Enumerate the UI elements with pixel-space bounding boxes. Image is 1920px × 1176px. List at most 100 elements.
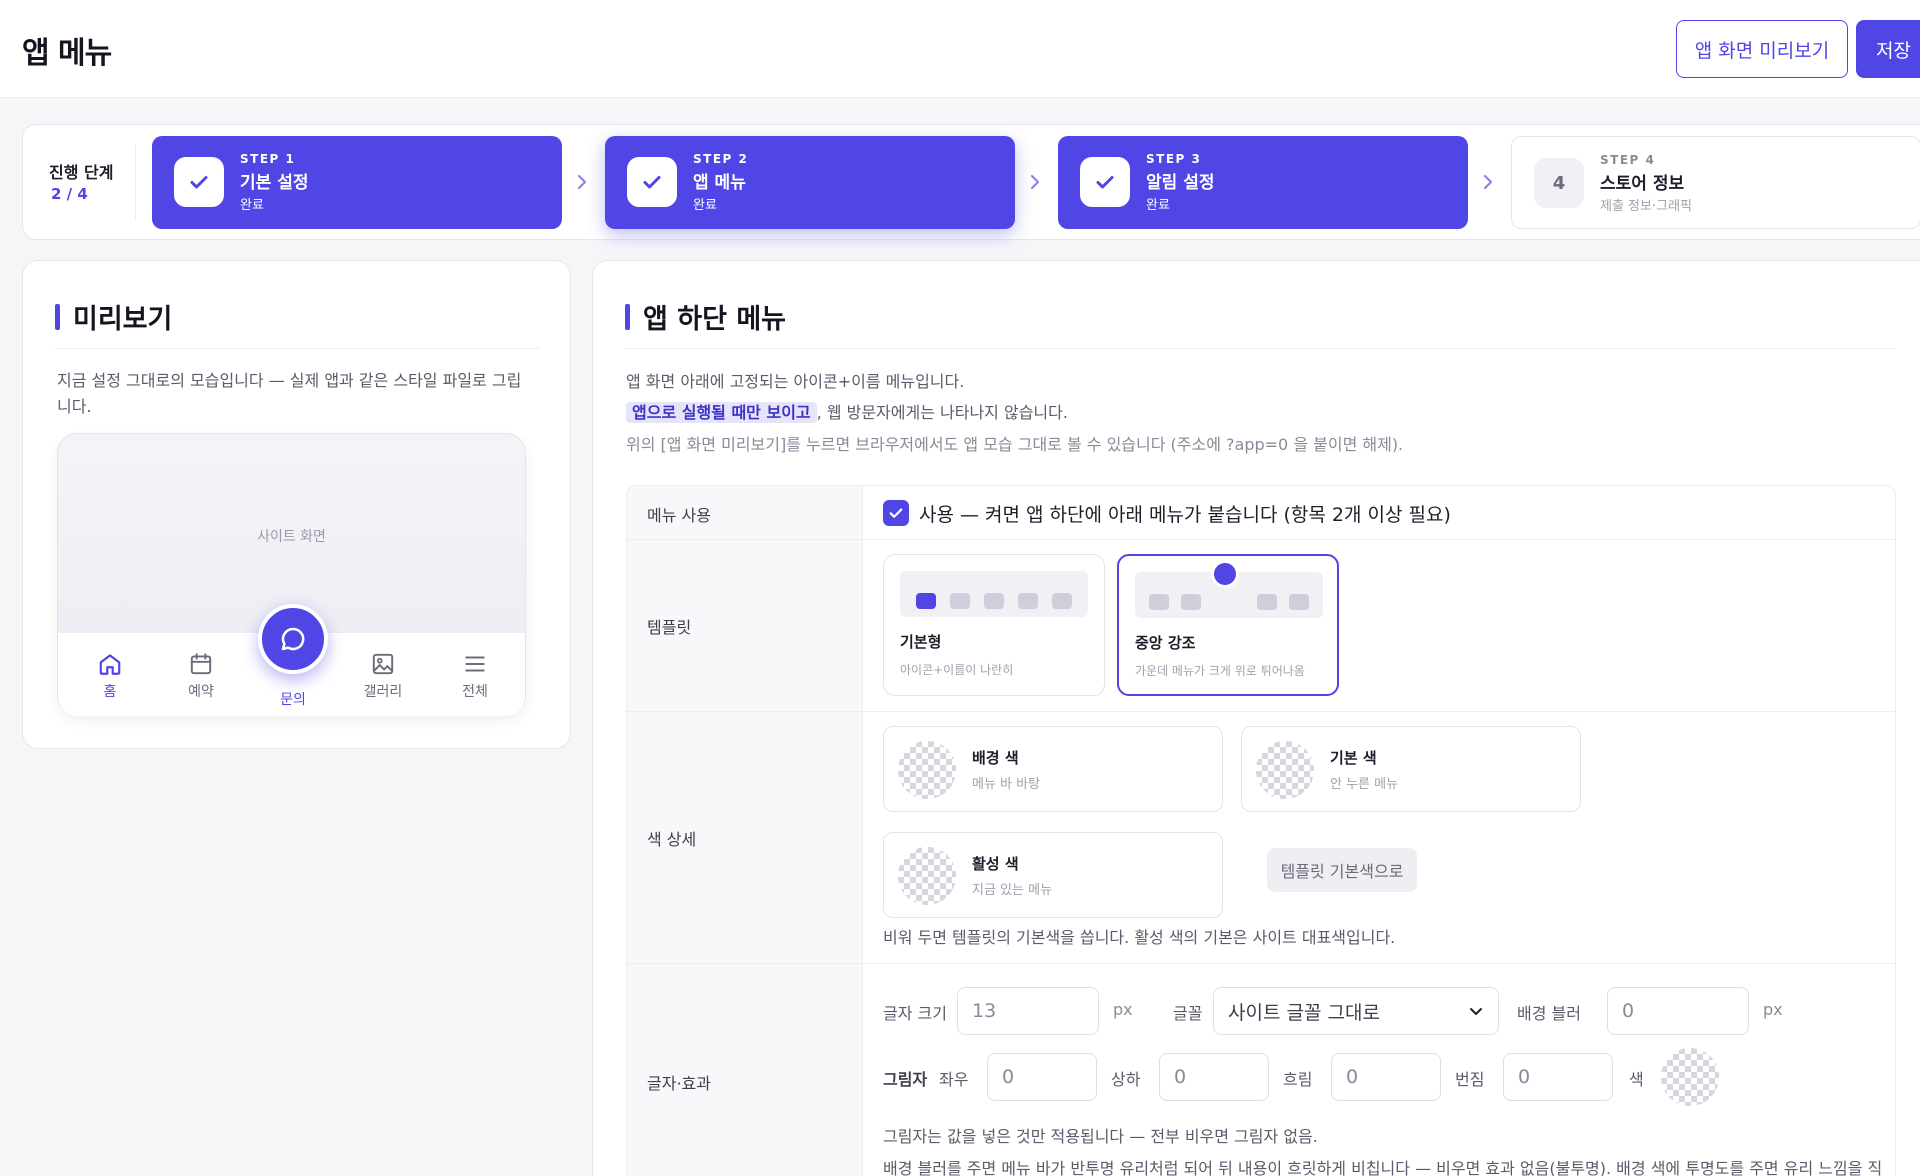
font-family-select[interactable]: 사이트 글꼴 그대로: [1213, 987, 1499, 1035]
row-divider: [627, 711, 1895, 712]
template-desc: 가운데 메뉴가 크게 위로 튀어나옴: [1135, 664, 1305, 678]
nav-item-gallery[interactable]: 갤러리: [348, 651, 418, 701]
step-title: 스토어 정보: [1600, 174, 1685, 194]
check-icon: [889, 508, 903, 518]
divider: [55, 348, 540, 349]
template-center-emphasis[interactable]: 중앙 강조 가운데 메뉴가 크게 위로 튀어나옴: [1117, 554, 1339, 696]
nav-item-reservation[interactable]: 예약: [166, 651, 236, 701]
font-effect-label: 글자·효과: [647, 1074, 711, 1093]
shadow-y-label: 상하: [1111, 1070, 1141, 1089]
menu-description-app-only: 앱으로 실행될 때만 보이고, 웹 방문자에게는 나타나지 않습니다.: [626, 399, 1068, 423]
template-mock: [900, 571, 1088, 617]
menu-use-text: 사용 — 켜면 앱 하단에 아래 메뉴가 붙습니다 (항목 2개 이상 필요): [919, 504, 1451, 526]
shadow-spread-input[interactable]: 0: [1503, 1053, 1613, 1101]
template-desc: 아이콘+이름이 나란히: [900, 663, 1014, 677]
template-basic[interactable]: 기본형 아이콘+이름이 나란히: [883, 554, 1105, 696]
check-icon: [174, 157, 224, 207]
step-2[interactable]: STEP 2 앱 메뉴 완료: [605, 136, 1015, 229]
step-3[interactable]: STEP 3 알림 설정 완료: [1058, 136, 1468, 229]
color-name: 배경 색: [972, 749, 1019, 767]
font-size-label: 글자 크기: [883, 1004, 947, 1023]
background-blur-label: 배경 블러: [1517, 1004, 1581, 1023]
color-name: 기본 색: [1330, 749, 1377, 767]
mock-dot: [1018, 593, 1038, 609]
calendar-icon: [190, 653, 212, 675]
nav-label: 문의: [280, 692, 306, 708]
shadow-color-label: 색: [1629, 1070, 1644, 1089]
font-size-input[interactable]: 13: [957, 987, 1099, 1035]
mock-dot: [1257, 594, 1277, 610]
mock-dot: [916, 593, 936, 609]
color-name: 활성 색: [972, 855, 1019, 873]
default-color-picker[interactable]: 기본 색 안 누른 메뉴: [1241, 726, 1581, 812]
chevron-right-icon: [1025, 167, 1045, 197]
chat-icon: [281, 627, 305, 651]
mock-dot: [984, 593, 1004, 609]
shadow-spread-label: 번짐: [1455, 1070, 1485, 1089]
active-color-picker[interactable]: 활성 색 지금 있는 메뉴: [883, 832, 1223, 918]
page-title: 앱 메뉴: [22, 36, 112, 71]
font-family-label: 글꼴: [1173, 1004, 1203, 1023]
check-icon: [1080, 157, 1130, 207]
template-name: 기본형: [900, 633, 942, 651]
unit-label: px: [1113, 1000, 1133, 1019]
divider: [625, 348, 1895, 349]
nav-label: 전체: [462, 684, 488, 700]
shadow-color-swatch[interactable]: [1661, 1048, 1719, 1106]
color-sub: 메뉴 바 바탕: [972, 777, 1041, 792]
background-blur-input[interactable]: 0: [1607, 987, 1749, 1035]
chevron-right-icon: [1478, 167, 1498, 197]
color-detail-label: 색 상세: [647, 830, 697, 849]
mock-center-bump: [1211, 560, 1239, 588]
description-text: , 웹 방문자에게는 나타나지 않습니다.: [816, 403, 1068, 422]
step-status: 완료: [693, 198, 717, 213]
stepper-label: 진행 단계: [49, 163, 114, 182]
nav-item-all[interactable]: 전체: [440, 651, 510, 701]
shadow-y-input[interactable]: 0: [1159, 1053, 1269, 1101]
preview-card: 미리보기 지금 설정 그대로의 모습입니다 — 실제 앱과 같은 스타일 파일로…: [22, 260, 571, 749]
step-kicker: STEP 1: [240, 152, 296, 166]
shadow-x-input[interactable]: 0: [987, 1053, 1097, 1101]
color-note: 비워 두면 템플릿의 기본색을 씁니다. 활성 색의 기본은 사이트 대표색입니…: [883, 928, 1396, 947]
reset-template-colors-button[interactable]: 템플릿 기본색으로: [1267, 848, 1417, 892]
progress-stepper: 진행 단계 2 / 4 STEP 1 기본 설정 완료 STEP 2 앱 메뉴 …: [22, 124, 1920, 240]
nav-item-home[interactable]: 홈: [75, 651, 145, 701]
color-swatch[interactable]: [898, 847, 956, 905]
color-swatch[interactable]: [898, 741, 956, 799]
menu-icon: [465, 656, 485, 672]
shadow-note: 그림자는 값을 넣은 것만 적용됩니다 — 전부 비우면 그림자 없음.: [883, 1127, 1318, 1146]
step-title: 기본 설정: [240, 173, 309, 193]
background-color-picker[interactable]: 배경 색 메뉴 바 바탕: [883, 726, 1223, 812]
step-title: 알림 설정: [1146, 173, 1215, 193]
home-icon: [99, 654, 121, 675]
site-screen-label: 사이트 화면: [257, 529, 326, 545]
preview-title: 미리보기: [55, 297, 172, 336]
color-sub: 안 누른 메뉴: [1330, 777, 1399, 792]
app-preview-button[interactable]: 앱 화면 미리보기: [1676, 20, 1848, 78]
mock-dot: [950, 593, 970, 609]
top-bar: 앱 메뉴 앱 화면 미리보기 저장: [0, 0, 1920, 98]
step-4[interactable]: 4 STEP 4 스토어 정보 제출 정보·그래픽: [1511, 136, 1920, 229]
color-swatch[interactable]: [1256, 741, 1314, 799]
stepper-progress: 2 / 4: [51, 185, 88, 203]
nav-label: 홈: [103, 684, 117, 700]
color-sub: 지금 있는 메뉴: [972, 883, 1053, 898]
mock-dot: [1289, 594, 1309, 610]
save-button[interactable]: 저장: [1856, 20, 1920, 78]
nav-label: 갤러리: [363, 684, 403, 700]
nav-item-inquiry[interactable]: [258, 604, 328, 674]
unit-label: px: [1763, 1000, 1783, 1019]
select-value: 사이트 글꼴 그대로: [1228, 1001, 1380, 1024]
shadow-blur-label: 흐림: [1283, 1070, 1313, 1089]
step-1[interactable]: STEP 1 기본 설정 완료: [152, 136, 562, 229]
step-status: 완료: [240, 198, 264, 213]
step-kicker: STEP 3: [1146, 152, 1202, 166]
template-name: 중앙 강조: [1135, 634, 1196, 652]
menu-use-checkbox[interactable]: [883, 500, 909, 526]
menu-preview-hint: 위의 [앱 화면 미리보기]를 누르면 브라우저에서도 앱 모습 그대로 볼 수…: [626, 435, 1404, 454]
shadow-blur-input[interactable]: 0: [1331, 1053, 1441, 1101]
preview-description: 지금 설정 그대로의 모습입니다 — 실제 앱과 같은 스타일 파일로 그립니다…: [57, 371, 522, 416]
bottom-menu-title: 앱 하단 메뉴: [625, 297, 786, 336]
nav-label: 예약: [188, 684, 214, 700]
phone-preview: 사이트 화면 홈 예약 갤러리 전체 문의: [57, 433, 526, 716]
